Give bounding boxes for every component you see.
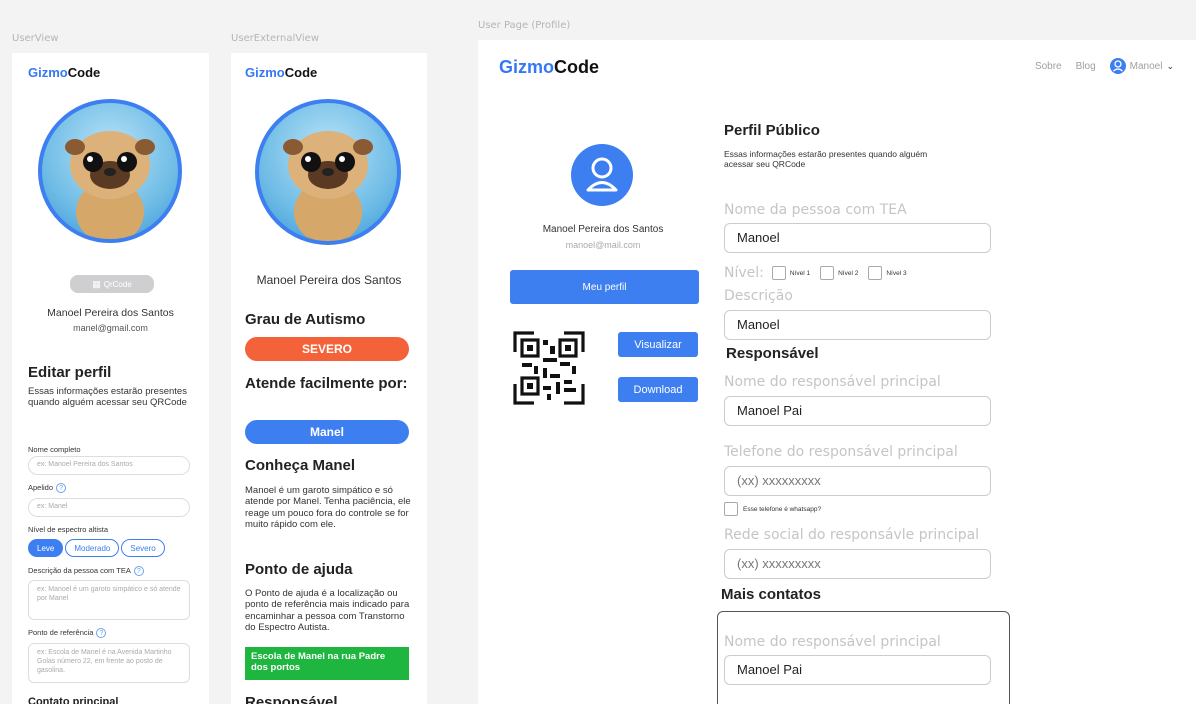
level-1-checkbox[interactable] bbox=[771, 266, 786, 280]
spectrum-label: Nível de espectro altista bbox=[28, 525, 109, 534]
qr-icon: ▦ bbox=[92, 278, 101, 289]
grade-title: Grau de Autismo bbox=[245, 311, 366, 328]
user-menu[interactable]: Manoel ⌄ bbox=[1109, 58, 1174, 74]
nickname-input[interactable]: ex: Manel bbox=[28, 498, 190, 517]
help-point-badge: Escola de Manel na rua Padre dos portos bbox=[245, 647, 409, 680]
ref-label: Ponto de referência? bbox=[28, 628, 107, 639]
level-2-label: Nível 2 bbox=[838, 269, 859, 277]
user-name: Manoel Pereira dos Santos bbox=[47, 307, 174, 319]
frame-label-user-page: User Page (Profile) bbox=[478, 20, 571, 31]
qrcode-button[interactable]: ▦ QrCode bbox=[70, 275, 154, 293]
frame-label-external-view: UserExternalView bbox=[231, 33, 320, 44]
top-nav: Sobre Blog Manoel ⌄ bbox=[1035, 58, 1174, 74]
attends-badge: Manel bbox=[245, 420, 409, 444]
level-row: Nível: Nível 1 Nível 2 Nível 3 bbox=[724, 265, 907, 281]
contact-name-input[interactable]: Manoel Pai bbox=[724, 655, 991, 685]
main-contact-title: Contato principal bbox=[28, 696, 119, 704]
edit-profile-title: Editar perfil bbox=[28, 364, 112, 381]
phone-label: Telefone do responsável principal bbox=[724, 444, 958, 460]
nickname-label: Apelido? bbox=[28, 483, 67, 494]
spectrum-option-severo[interactable]: Severo bbox=[121, 539, 165, 557]
user-circle-icon bbox=[1109, 58, 1126, 74]
logo: GizmoCode bbox=[28, 65, 101, 80]
avatar bbox=[38, 99, 182, 243]
chevron-down-icon: ⌄ bbox=[1166, 60, 1174, 71]
social-input[interactable]: (xx) xxxxxxxxx bbox=[724, 549, 991, 579]
social-label: Rede social do responsávle principal bbox=[724, 527, 980, 543]
more-contacts-box: Nome do responsável principal Manoel Pai bbox=[717, 611, 1010, 704]
logo: GizmoCode bbox=[499, 57, 600, 77]
help-icon[interactable]: ? bbox=[133, 566, 144, 577]
nav-blog-link[interactable]: Blog bbox=[1076, 61, 1096, 72]
reference-textarea[interactable]: ex: Escola de Manel é na Avenida Martinh… bbox=[28, 643, 190, 683]
qrcode-icon bbox=[513, 331, 585, 405]
description-input[interactable]: Manoel bbox=[724, 310, 991, 340]
attends-title: Atende facilmente por: bbox=[245, 375, 408, 392]
responsible-title: Responsável bbox=[245, 694, 338, 704]
public-profile-title: Perfil Público bbox=[724, 122, 820, 139]
full-name-label: Nome completo bbox=[28, 445, 81, 454]
profile-email: manoel@mail.com bbox=[565, 240, 641, 250]
avatar bbox=[255, 99, 401, 245]
help-point-title: Ponto de ajuda bbox=[245, 561, 353, 578]
nav-about-link[interactable]: Sobre bbox=[1035, 61, 1062, 72]
pug-avatar-image bbox=[283, 131, 373, 241]
help-point-text: O Ponto de ajuda é a localização ou pont… bbox=[245, 588, 410, 634]
description-textarea[interactable]: ex: Manoel é um garoto simpático e só at… bbox=[28, 580, 190, 620]
spectrum-option-leve[interactable]: Leve bbox=[28, 539, 64, 557]
download-button[interactable]: Download bbox=[618, 377, 698, 402]
whatsapp-checkbox[interactable] bbox=[724, 502, 738, 516]
level-3-checkbox[interactable] bbox=[868, 266, 883, 280]
know-text: Manoel é um garoto simpático e só atende… bbox=[245, 485, 411, 531]
user-page-panel: GizmoCode Sobre Blog Manoel ⌄ Manoel Per… bbox=[478, 40, 1196, 704]
responsible-name-input[interactable]: Manoel Pai bbox=[724, 396, 991, 426]
phone-input[interactable]: (xx) xxxxxxxxx bbox=[724, 466, 991, 496]
help-icon[interactable]: ? bbox=[56, 483, 67, 494]
user-view-panel: GizmoCode ▦ QrCode Manoel Pereira dos Sa… bbox=[12, 53, 209, 704]
responsible-title: Responsável bbox=[726, 345, 819, 362]
pug-avatar-image bbox=[65, 131, 155, 239]
whatsapp-row: Esse telefone é whatsapp? bbox=[724, 502, 821, 516]
contact-name-label: Nome do responsável principal bbox=[724, 634, 941, 650]
profile-name: Manoel Pereira dos Santos bbox=[542, 224, 664, 235]
more-contacts-title: Mais contatos bbox=[721, 586, 822, 603]
person-name-input[interactable]: Manoel bbox=[724, 223, 991, 253]
my-profile-button[interactable]: Meu perfil bbox=[510, 270, 699, 304]
level-2-checkbox[interactable] bbox=[820, 266, 835, 280]
person-name-label: Nome da pessoa com TEA bbox=[724, 202, 907, 218]
grade-badge: SEVERO bbox=[245, 337, 409, 361]
spectrum-options: Leve Moderado Severo bbox=[28, 539, 167, 557]
description-label: Descrição bbox=[724, 288, 793, 304]
desc-label: Descrição da pessoa com TEA? bbox=[28, 566, 144, 577]
public-profile-desc: Essas informações estarão presentes quan… bbox=[724, 149, 928, 169]
help-icon[interactable]: ? bbox=[96, 628, 107, 639]
external-user-name: Manoel Pereira dos Santos bbox=[256, 273, 402, 287]
full-name-input[interactable]: ex: Manoel Pereira dos Santos bbox=[28, 456, 190, 475]
user-email: manel@gmail.com bbox=[73, 323, 148, 333]
frame-label-user-view: UserView bbox=[12, 33, 59, 44]
level-1-label: Nível 1 bbox=[789, 269, 811, 277]
responsible-name-label: Nome do responsável principal bbox=[724, 374, 941, 390]
external-view-panel: GizmoCode Manoel Pereira dos Santos Grau… bbox=[231, 53, 427, 704]
logo: GizmoCode bbox=[245, 65, 318, 80]
spectrum-option-moderado[interactable]: Moderado bbox=[65, 539, 120, 557]
view-button[interactable]: Visualizar bbox=[618, 332, 698, 357]
profile-avatar-icon bbox=[571, 144, 633, 206]
edit-profile-desc: Essas informações estarão presentes quan… bbox=[28, 386, 187, 408]
know-title: Conheça Manel bbox=[245, 457, 356, 474]
level-3-label: Nível 3 bbox=[886, 269, 907, 277]
